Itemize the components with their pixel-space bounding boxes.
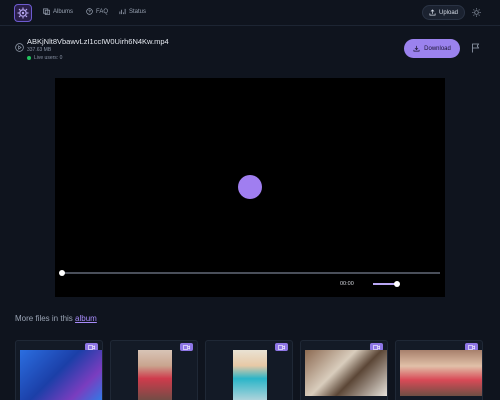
nav-status-label: Status: [129, 8, 147, 15]
faq-icon: [86, 8, 93, 15]
nav-status-link[interactable]: Status: [119, 8, 146, 15]
thumbnail: [305, 350, 387, 396]
status-icon: [119, 8, 126, 15]
upload-icon: [429, 9, 436, 16]
video-player[interactable]: 00:00: [55, 78, 445, 297]
file-card[interactable]: [205, 340, 293, 400]
live-users-status: Live users: 0: [27, 55, 62, 61]
thumbnail: [20, 350, 102, 400]
albums-icon: [43, 8, 50, 15]
file-size: 337.63 MB: [27, 47, 52, 53]
top-nav: Albums FAQ Status Upload: [0, 0, 500, 26]
thumbnail: [138, 350, 172, 400]
download-icon: [413, 45, 420, 52]
thumbnail: [233, 350, 267, 400]
upload-button[interactable]: Upload: [422, 5, 465, 20]
flag-icon[interactable]: [471, 43, 480, 53]
file-card[interactable]: [395, 340, 483, 400]
logo-icon[interactable]: [14, 4, 32, 22]
live-dot-icon: [27, 56, 31, 60]
play-button[interactable]: [238, 175, 262, 199]
file-card[interactable]: [110, 340, 198, 400]
file-card[interactable]: [15, 340, 103, 400]
video-icon: [180, 343, 193, 351]
upload-label: Upload: [438, 9, 458, 16]
seek-bar[interactable]: [62, 272, 440, 274]
time-display: 00:00: [340, 281, 354, 287]
nav-albums-label: Albums: [53, 8, 74, 15]
video-icon: [275, 343, 288, 351]
volume-handle[interactable]: [394, 281, 400, 287]
live-users-text: Live users: 0: [34, 55, 63, 61]
album-link[interactable]: album: [75, 314, 97, 323]
download-label: Download: [424, 45, 451, 52]
seek-handle[interactable]: [59, 270, 65, 276]
more-files-prefix: More files in this: [15, 314, 73, 323]
more-files-heading: More files in this album: [15, 314, 97, 323]
thumbnail: [400, 350, 482, 396]
nav-faq-link[interactable]: FAQ: [86, 8, 108, 15]
file-name: ABKjNlt8VbawvLzI1ccIW0Uirh6N4Kw.mp4: [27, 37, 169, 46]
sun-icon[interactable]: [472, 8, 481, 17]
nav-faq-label: FAQ: [96, 8, 109, 15]
nav-albums-link[interactable]: Albums: [43, 8, 73, 15]
play-circle-icon: [15, 43, 24, 52]
download-button[interactable]: Download: [404, 39, 460, 58]
file-card[interactable]: [300, 340, 388, 400]
